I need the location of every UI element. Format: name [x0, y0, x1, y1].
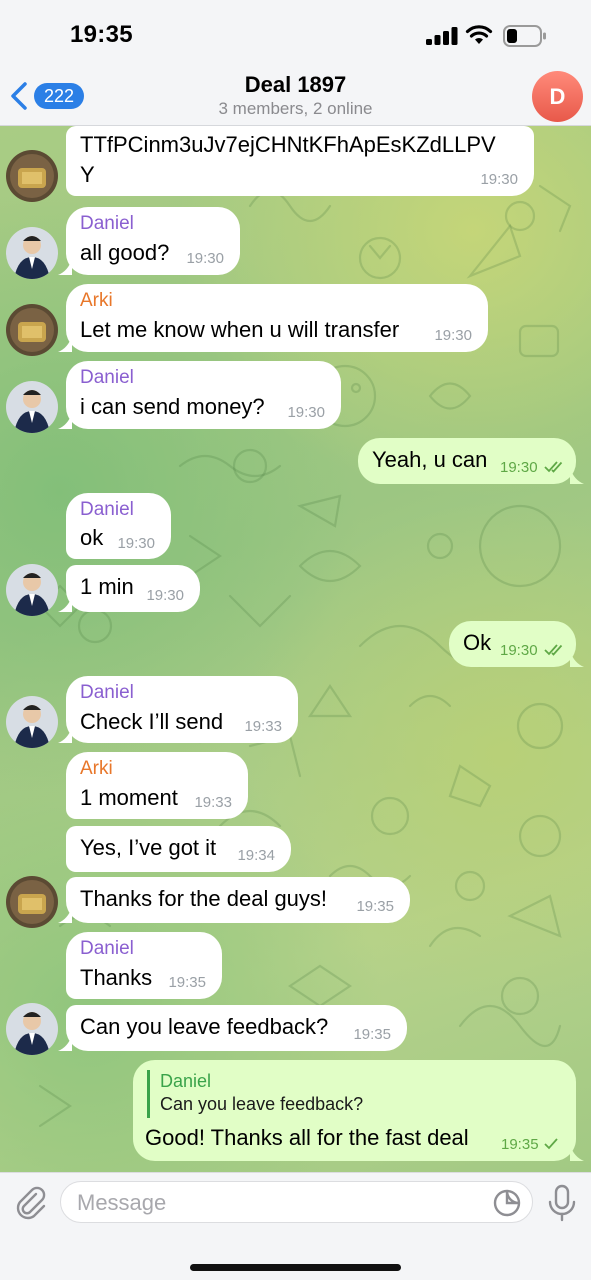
- message-bubble-outgoing[interactable]: Yeah, u can 19:30: [358, 438, 584, 484]
- message-text: Yeah, u can: [372, 447, 488, 472]
- microphone-icon[interactable]: [546, 1184, 578, 1222]
- reply-quote[interactable]: Daniel Can you leave feedback?: [147, 1070, 447, 1118]
- message-text: Thanks for the deal guys!: [80, 886, 328, 911]
- chat-avatar[interactable]: D: [532, 71, 583, 122]
- message-text: all good?: [80, 240, 170, 265]
- sticker-icon[interactable]: [492, 1188, 522, 1218]
- bubble-tail: [58, 259, 72, 275]
- status-time: 19:35: [70, 21, 133, 48]
- bubble-tail: [58, 907, 72, 923]
- message-time: 19:35: [353, 1026, 391, 1043]
- bubble-tail: [58, 336, 72, 352]
- message-time: 19:35: [356, 898, 394, 915]
- bubble-tail: [58, 413, 72, 429]
- chat-subtitle: 3 members, 2 online: [218, 99, 373, 118]
- message-time: 19:30: [117, 535, 155, 552]
- avatar[interactable]: [6, 150, 58, 202]
- reply-text: Can you leave feedback?: [160, 1094, 364, 1114]
- bubble-tail: [58, 1035, 72, 1051]
- message-time: 19:35: [168, 974, 206, 991]
- message-bubble[interactable]: Daniel Thanks 19:35: [66, 932, 222, 999]
- message-text: Y: [80, 162, 95, 187]
- double-check-icon: [544, 644, 563, 656]
- message-text: Yes, I’ve got it: [80, 835, 217, 860]
- message-bubble-outgoing[interactable]: Daniel Can you leave feedback? Good! Tha…: [133, 1060, 584, 1161]
- message-bubble[interactable]: Arki Let me know when u will transfer 19…: [58, 284, 488, 352]
- message-text: ok: [80, 525, 104, 550]
- message-bubble[interactable]: Yes, I’ve got it 19:34: [66, 826, 291, 872]
- message-bubble[interactable]: 1 min 19:30: [58, 565, 200, 612]
- message-bubble[interactable]: Daniel i can send money? 19:30: [58, 361, 341, 429]
- message-input[interactable]: Message: [60, 1181, 533, 1223]
- sender-name[interactable]: Arki: [80, 290, 113, 312]
- sender-name[interactable]: Daniel: [80, 682, 134, 704]
- chat-title[interactable]: Deal 1897: [0, 72, 591, 98]
- double-check-icon: [544, 461, 563, 473]
- avatar[interactable]: [6, 564, 58, 616]
- message-bubble[interactable]: Daniel Check I’ll send 19:33: [58, 676, 298, 743]
- message-time: 19:34: [237, 847, 275, 864]
- message-time: 19:30: [480, 171, 518, 188]
- message-text: Let me know when u will transfer: [80, 317, 400, 342]
- avatar[interactable]: [6, 304, 58, 356]
- message-placeholder: Message: [77, 1190, 167, 1215]
- bubble-tail: [58, 596, 72, 612]
- message-text: Ok: [463, 630, 492, 655]
- home-indicator[interactable]: [190, 1264, 401, 1271]
- check-icon: [544, 1138, 558, 1150]
- sender-name[interactable]: Daniel: [80, 499, 134, 521]
- message-bubble[interactable]: Thanks for the deal guys! 19:35: [58, 877, 410, 923]
- message-time: 19:33: [194, 794, 232, 811]
- avatar[interactable]: [6, 876, 58, 928]
- message-bubble[interactable]: Arki 1 moment 19:33: [66, 752, 248, 819]
- message-bubble[interactable]: Daniel ok 19:30: [66, 493, 171, 559]
- avatar[interactable]: [6, 381, 58, 433]
- avatar[interactable]: [6, 227, 58, 279]
- reply-sender: Daniel: [160, 1071, 212, 1091]
- sender-name[interactable]: Daniel: [80, 367, 134, 389]
- avatar[interactable]: [6, 696, 58, 748]
- wifi-icon: [465, 25, 493, 44]
- message-time: 19:35: [501, 1136, 539, 1153]
- message-text: Can you leave feedback?: [80, 1014, 329, 1039]
- message-time: 19:30: [500, 459, 538, 476]
- sender-name[interactable]: Daniel: [80, 213, 134, 235]
- attach-icon[interactable]: [12, 1184, 48, 1220]
- message-text: TTfPCinm3uJv7ejCHNtKFhApEsKZdLLPV: [80, 132, 496, 157]
- chat-header: 222 Deal 1897 3 members, 2 online D: [0, 66, 591, 126]
- bubble-tail: [570, 1145, 584, 1161]
- input-bar: Message: [0, 1172, 591, 1280]
- sender-name[interactable]: Daniel: [80, 938, 134, 960]
- sender-name[interactable]: Arki: [80, 758, 113, 780]
- message-time: 19:30: [146, 587, 184, 604]
- message-text: Good! Thanks all for the fast deal: [145, 1125, 469, 1150]
- bubble-tail: [570, 651, 584, 667]
- message-time: 19:30: [287, 404, 325, 421]
- battery-icon: [503, 25, 546, 47]
- bubble-tail: [570, 468, 584, 484]
- message-time: 19:30: [186, 250, 224, 267]
- message-bubble[interactable]: Daniel all good? 19:30: [58, 207, 240, 275]
- message-time: 19:30: [434, 327, 472, 344]
- message-bubble-outgoing[interactable]: Ok 19:30: [449, 621, 584, 667]
- bubble-tail: [58, 727, 72, 743]
- signal-icon: [426, 27, 458, 45]
- message-text: i can send money?: [80, 394, 265, 419]
- message-bubble[interactable]: TTfPCinm3uJv7ejCHNtKFhApEsKZdLLPV Y 19:3…: [66, 126, 534, 196]
- status-bar: 19:35: [0, 0, 591, 66]
- message-text: 1 moment: [80, 785, 178, 810]
- message-text: Check I’ll send: [80, 709, 224, 734]
- message-text: 1 min: [80, 574, 134, 599]
- message-bubble[interactable]: Can you leave feedback? 19:35: [58, 1005, 407, 1051]
- message-time: 19:30: [500, 642, 538, 659]
- avatar[interactable]: [6, 1003, 58, 1055]
- message-time: 19:33: [244, 718, 282, 735]
- message-text: Thanks: [80, 965, 153, 990]
